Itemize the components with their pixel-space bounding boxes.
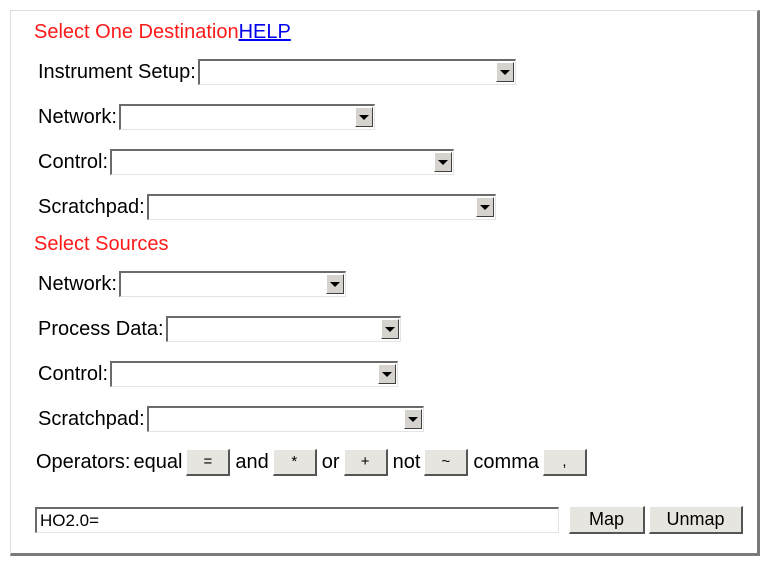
process-data-label: Process Data: [38,317,164,340]
destination-network-label: Network: [38,105,117,128]
chevron-down-icon[interactable] [434,152,453,172]
destination-network-row: Network: [38,102,375,132]
sources-scratchpad-select[interactable] [146,406,424,432]
destination-control-select[interactable] [110,149,455,175]
destination-scratchpad-row: Scratchpad: [38,192,496,222]
sources-scratchpad-label: Scratchpad: [38,407,145,430]
sources-network-select[interactable] [118,271,346,297]
chevron-down-icon[interactable] [378,364,397,384]
process-data-select[interactable] [165,316,401,342]
sources-process-data-row: Process Data: [38,314,401,344]
instrument-setup-select[interactable] [197,59,516,85]
operator-equal-button[interactable]: = [186,448,231,476]
chevron-down-icon[interactable] [475,197,494,217]
mapping-panel: Select One DestinationHELP Instrument Se… [10,10,760,556]
sources-control-row: Control: [38,359,399,389]
chevron-down-icon[interactable] [495,62,514,82]
operator-or-button[interactable]: + [343,448,388,476]
operator-or-label: or [321,450,340,473]
operators-label: Operators: [36,450,131,473]
destination-network-select[interactable] [118,104,375,130]
sources-scratchpad-row: Scratchpad: [38,404,424,434]
destination-scratchpad-label: Scratchpad: [38,195,145,218]
sources-network-row: Network: [38,269,346,299]
destination-control-row: Control: [38,147,455,177]
chevron-down-icon[interactable] [325,274,344,294]
operator-comma-label: comma [473,450,539,473]
operator-equal-label: equal [133,450,183,473]
map-button[interactable]: Map [569,506,645,534]
help-link[interactable]: HELP [239,21,291,43]
chevron-down-icon[interactable] [380,319,399,339]
operator-not-label: not [392,450,421,473]
unmap-button[interactable]: Unmap [649,506,743,534]
operators-row: Operators: equal = and * or + not ~ comm… [34,446,590,478]
destination-section-title: Select One DestinationHELP [34,21,291,44]
chevron-down-icon[interactable] [403,409,422,429]
destination-instrument-setup-row: Instrument Setup: [38,57,516,87]
instrument-setup-label: Instrument Setup: [38,60,196,83]
sources-network-label: Network: [38,272,117,295]
chevron-down-icon[interactable] [354,107,373,127]
operator-and-button[interactable]: * [272,448,317,476]
sources-control-select[interactable] [110,361,399,387]
destination-title: Select One Destination [34,21,239,43]
operator-comma-button[interactable]: , [542,448,587,476]
destination-control-label: Control: [38,150,109,173]
operator-not-button[interactable]: ~ [424,448,469,476]
mapping-expression-input[interactable] [35,507,559,533]
destination-scratchpad-select[interactable] [146,194,496,220]
operator-and-label: and [235,450,269,473]
sources-control-label: Control: [38,362,109,385]
sources-section-title: Select Sources [34,233,169,255]
